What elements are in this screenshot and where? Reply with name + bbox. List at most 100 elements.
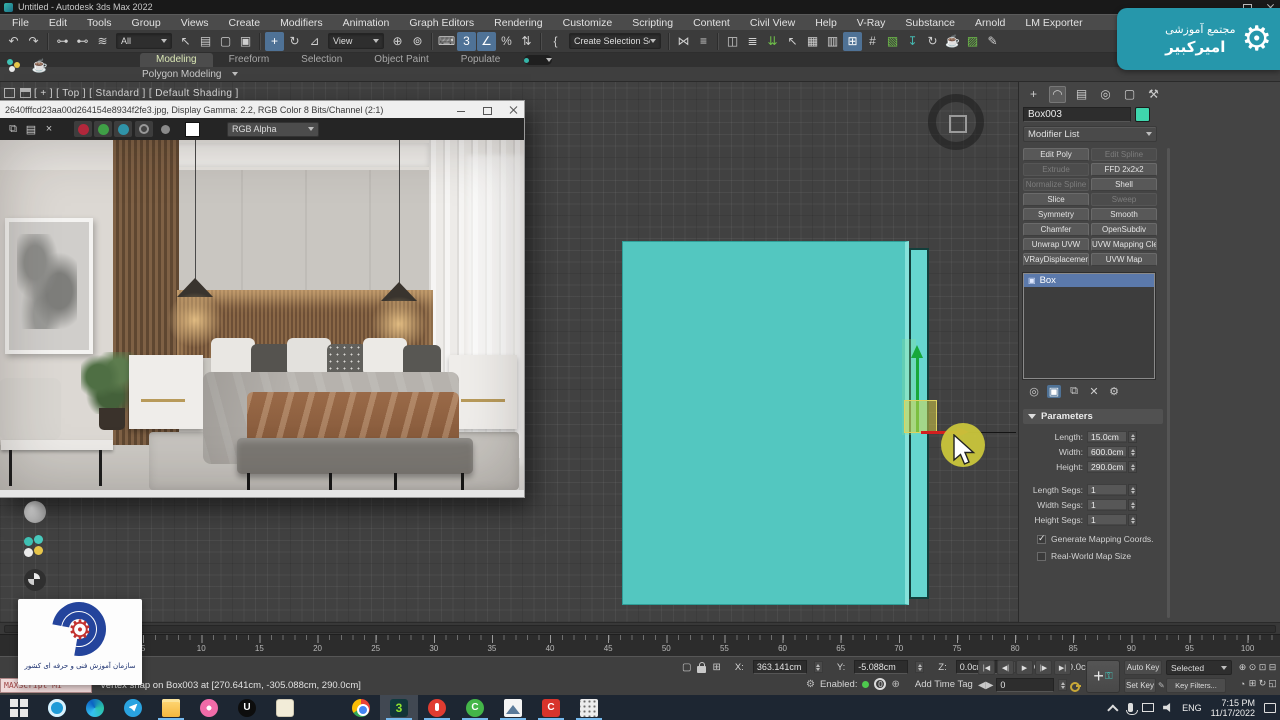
microphone-icon[interactable] <box>1128 703 1133 712</box>
percent-snap-icon[interactable]: % <box>497 32 516 51</box>
modifier-list-dropdown[interactable]: Modifier List <box>1023 126 1157 142</box>
menu-item-graph-editors[interactable]: Graph Editors <box>399 15 484 31</box>
time-slider[interactable] <box>0 622 1280 634</box>
spinner-control[interactable] <box>814 661 823 673</box>
render-cloud-icon[interactable]: ▨ <box>963 32 982 51</box>
mirror-icon[interactable]: ⋈ <box>674 32 693 51</box>
panel-scrollbar[interactable] <box>1167 148 1170 618</box>
volume-icon[interactable] <box>1163 703 1173 712</box>
y-coordinate-field[interactable]: -5.088cm <box>854 660 908 674</box>
render-last-icon[interactable]: ✎ <box>983 32 1002 51</box>
modifier-button-shell[interactable]: Shell <box>1091 178 1157 191</box>
taskbar-app-pale[interactable] <box>266 695 304 720</box>
palette-icon[interactable] <box>24 569 46 591</box>
spinner-control[interactable] <box>1128 431 1137 443</box>
time-slider-track[interactable] <box>4 625 1276 633</box>
modifier-button-symmetry[interactable]: Symmetry <box>1023 208 1089 221</box>
zoom-region-icon[interactable]: ⊟ <box>1268 660 1277 675</box>
view-compass[interactable] <box>928 94 984 150</box>
modifier-button-chamfer[interactable]: Chamfer <box>1023 223 1089 236</box>
viewport-label[interactable]: [ + ] [ Top ] [ Standard ] [ Default Sha… <box>34 88 239 99</box>
go-to-start-button[interactable]: |◀ <box>978 660 995 675</box>
viewport-layout-icon[interactable] <box>4 54 24 78</box>
taskbar-edge[interactable] <box>76 695 114 720</box>
modify-tab[interactable]: ◠ <box>1049 86 1066 103</box>
taskbar-app-teal[interactable] <box>38 695 76 720</box>
polygon-modeling-panel[interactable]: Polygon Modeling <box>142 69 222 80</box>
taskbar-chrome[interactable] <box>342 695 380 720</box>
taskbar-app-pink[interactable] <box>190 695 228 720</box>
taskbar-windows-start[interactable] <box>0 695 38 720</box>
modifier-button-vraydisplacementmod[interactable]: VRayDisplacementMod <box>1023 253 1089 266</box>
menu-item-arnold[interactable]: Arnold <box>965 15 1015 31</box>
orbit-icon[interactable]: ↻ <box>1258 676 1267 691</box>
keyboard-override-icon[interactable]: ⌨ <box>437 32 456 51</box>
selection-arrow-icon[interactable]: ↖ <box>783 32 802 51</box>
make-unique-icon[interactable]: ⧉ <box>1067 385 1081 398</box>
checkbox-generate-mapping-coords[interactable] <box>1037 535 1046 544</box>
material-editor-icon[interactable]: ⊞ <box>843 32 862 51</box>
stack-item-box[interactable]: ▣Box <box>1024 274 1154 287</box>
menu-item-customize[interactable]: Customize <box>553 15 623 31</box>
tab-selection[interactable]: Selection <box>285 53 358 67</box>
ribbon-config-pill[interactable] <box>524 55 552 65</box>
image-window-titlebar[interactable]: 2640fffcd23aa00d264154e8934f2fe3.jpg, Di… <box>0 101 524 118</box>
field-of-view-icon[interactable]: ◔ <box>1238 676 1247 691</box>
menu-item-civil-view[interactable]: Civil View <box>740 15 805 31</box>
param-value-field[interactable]: 1 <box>1087 514 1127 526</box>
bind-to-space-warp-icon[interactable]: ≋ <box>93 32 112 51</box>
object-color-swatch[interactable] <box>1135 107 1150 122</box>
unlink-selection-icon[interactable]: ⊷ <box>73 32 92 51</box>
spinner-control[interactable] <box>915 661 924 673</box>
material-sphere-icon[interactable] <box>24 501 46 523</box>
modifier-button-smooth[interactable]: Smooth <box>1091 208 1157 221</box>
print-image-icon[interactable]: ▤ <box>23 121 39 137</box>
taskbar-telegram[interactable] <box>114 695 152 720</box>
go-to-end-button[interactable]: ▶| <box>1054 660 1071 675</box>
viewport-grid-icon[interactable] <box>20 88 31 98</box>
add-time-tag[interactable]: Add Time Tag <box>915 679 973 690</box>
slate-material-editor-icon[interactable]: # <box>863 32 882 51</box>
taskbar-voice-recorder[interactable] <box>418 695 456 720</box>
select-object-icon[interactable]: ↖ <box>176 32 195 51</box>
box-object[interactable] <box>622 241 909 605</box>
undo-icon[interactable]: ↶ <box>4 32 23 51</box>
select-and-manipulate-icon[interactable]: ⊚ <box>408 32 427 51</box>
modifier-button-ffd-2x2x2[interactable]: FFD 2x2x2 <box>1091 163 1157 176</box>
previous-frame-button[interactable]: ◀| <box>997 660 1014 675</box>
track-bar[interactable]: 5101520253035404550556065707580859095100 <box>0 634 1280 656</box>
menu-item-rendering[interactable]: Rendering <box>484 15 552 31</box>
set-key-button[interactable]: Set Key <box>1124 678 1156 693</box>
angle-snap-icon[interactable]: ∠ <box>477 32 496 51</box>
create-selection-set-dropdown[interactable]: Create Selection Se <box>569 33 661 49</box>
modifier-button-normalize-spline[interactable]: Normalize Spline <box>1023 178 1089 191</box>
taskbar-photos[interactable] <box>494 695 532 720</box>
zoom-icon[interactable]: ⊕ <box>1238 660 1247 675</box>
hidden-icons-chevron[interactable] <box>1107 704 1118 715</box>
select-by-name-icon[interactable]: ▤ <box>196 32 215 51</box>
absolute-mode-icon[interactable]: ⊞ <box>712 662 720 673</box>
modifier-button-uvw-map[interactable]: UVW Map <box>1091 253 1157 266</box>
taskbar-camtasia[interactable]: C <box>456 695 494 720</box>
play-button[interactable]: ▶ <box>1016 660 1033 675</box>
menu-item-scripting[interactable]: Scripting <box>622 15 683 31</box>
blue-channel-button[interactable] <box>114 121 132 137</box>
tab-populate[interactable]: Populate <box>445 53 516 67</box>
tab-object-paint[interactable]: Object Paint <box>358 53 444 67</box>
menu-item-substance[interactable]: Substance <box>895 15 965 31</box>
menu-item-tools[interactable]: Tools <box>77 15 122 31</box>
channel-display-dropdown[interactable]: RGB Alpha <box>227 122 319 137</box>
red-channel-button[interactable] <box>74 121 92 137</box>
close-icon[interactable] <box>508 105 518 115</box>
use-pivot-center-icon[interactable]: ⊕ <box>388 32 407 51</box>
rendered-frame-icon[interactable]: ↧ <box>903 32 922 51</box>
maximize-viewport-icon[interactable]: ◱ <box>1268 676 1277 691</box>
save-image-icon[interactable]: ⧉ <box>5 121 21 137</box>
pin-stack-icon[interactable]: ◎ <box>1027 385 1041 398</box>
named-selection-sets-icon[interactable]: { <box>546 32 565 51</box>
current-frame-field[interactable]: 0 <box>996 678 1054 692</box>
modifier-button-unwrap-uvw[interactable]: Unwrap UVW <box>1023 238 1089 251</box>
menu-item-content[interactable]: Content <box>683 15 740 31</box>
selection-filter-dropdown[interactable]: All <box>116 33 172 49</box>
delete-image-icon[interactable]: × <box>41 121 57 137</box>
